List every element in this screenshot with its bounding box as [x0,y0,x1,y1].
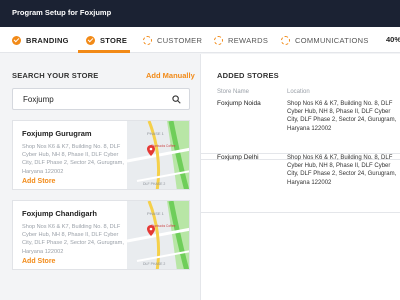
added-store-name: Foxjump Delhi [217,154,259,161]
store-result-card: Foxjump Gurugram Shop Nos K6 & K7, Build… [12,120,190,190]
add-store-button[interactable]: Add Store [22,178,55,185]
step-label: COMMUNICATIONS [295,35,369,45]
add-store-button[interactable]: Add Store [22,258,55,265]
step-label: CUSTOMER [157,35,203,45]
tab-rewards[interactable]: REWARDS [214,27,268,53]
store-result-card: Foxjump Chandigarh Shop Nos K6 & K7, Bui… [12,200,190,270]
search-panel: SEARCH YOUR STORE Add Manually Foxjump F… [0,54,200,300]
table-row[interactable]: Foxjump Noida Shop Nos K6 & K7, Building… [201,100,400,160]
added-stores-title: ADDED STORES [217,71,279,80]
col-header-store-name: Store Name [217,89,250,95]
pending-circle-icon [143,35,152,45]
store-address: Shop Nos K6 & K7, Building No. 8, DLF Cy… [22,224,124,255]
store-map[interactable]: PHASE 1 Starbucks Coffee DLF PHASE 2 [127,121,190,190]
map-poi-label: Starbucks Coffee [151,144,176,148]
setup-stepper: BRANDING STORE CUSTOMER REWARDS COMMUNIC… [0,27,400,53]
add-manually-link[interactable]: Add Manually [146,71,195,80]
map-phase-label: PHASE 1 [147,211,165,216]
store-address: Shop Nos K6 & K7, Building No. 8, DLF Cy… [22,144,124,175]
added-store-location: Shop Nos K6 & K7, Building No. 8, DLF Cy… [287,155,397,186]
search-section-title: SEARCH YOUR STORE [12,71,99,80]
store-name: Foxjump Chandigarh [22,209,97,218]
table-row[interactable]: Foxjump Delhi Shop Nos K6 & K7, Building… [201,153,400,213]
tab-customer[interactable]: CUSTOMER [143,27,202,53]
search-icon[interactable] [172,95,181,104]
added-store-name: Foxjump Noida [217,100,261,107]
col-header-location: Location [287,89,310,95]
app-header: Program Setup for Foxjump [0,0,400,27]
store-map[interactable]: PHASE 1 Starbucks Coffee DLF PHASE 2 [127,201,190,270]
pending-circle-icon [281,35,290,45]
map-road-label: DLF PHASE 2 [143,182,165,186]
step-label: STORE [100,35,128,45]
active-step-indicator [78,50,130,53]
added-store-location: Shop Nos K6 & K7, Building No. 8, DLF Cy… [287,101,397,132]
search-input[interactable]: Foxjump [12,88,190,110]
pending-circle-icon [214,35,223,45]
map-road-label: DLF PHASE 2 [143,262,165,266]
map-poi-label: Starbucks Coffee [151,224,176,228]
check-icon [86,35,95,45]
check-icon [12,35,21,45]
step-label: REWARDS [228,35,269,45]
step-label: BRANDING [26,35,69,45]
tab-branding[interactable]: BRANDING [12,27,69,53]
added-stores-panel: ADDED STORES Store Name Location Foxjump… [200,54,400,300]
tab-communications[interactable]: COMMUNICATIONS [281,27,369,53]
store-name: Foxjump Gurugram [22,129,92,138]
search-input-value: Foxjump [23,95,54,104]
progress-percent: 40% [386,35,400,44]
map-phase-label: PHASE 1 [147,131,165,136]
page-title: Program Setup for Foxjump [12,8,112,17]
